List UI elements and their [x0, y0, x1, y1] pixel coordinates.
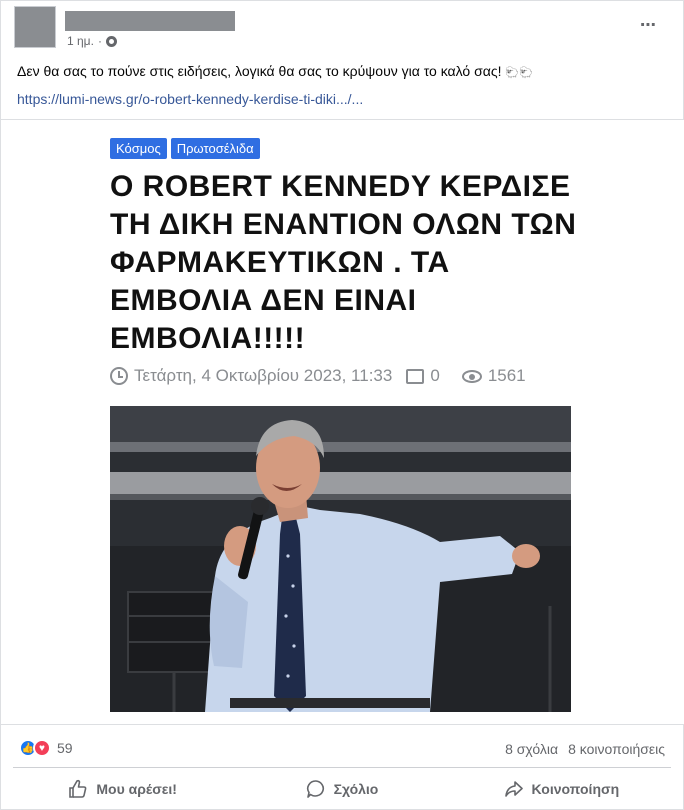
speaker-photo-illustration — [110, 406, 571, 712]
meta-separator: · — [97, 34, 102, 48]
comment-button[interactable]: Σχόλιο — [232, 771, 451, 807]
like-button[interactable]: Μου αρέσει! — [13, 771, 232, 807]
share-button[interactable]: Κοινοποίηση — [452, 771, 671, 807]
clock-icon — [110, 367, 128, 385]
love-reaction-icon: ♥ — [33, 739, 51, 757]
share-arrow-icon — [504, 781, 523, 797]
author-name-redacted[interactable] — [65, 11, 235, 31]
avatar[interactable] — [14, 6, 56, 48]
article-preview[interactable]: Κόσμος Πρωτοσέλιδα Ο ROBERT KENNEDY ΚΕΡΔ… — [1, 119, 684, 725]
article-headline: Ο ROBERT KENNEDY ΚΕΡΔΙΣΕ ΤΗ ΔΙΚΗ ΕΝΑΝΤΙΟ… — [110, 170, 577, 355]
comment-count-link[interactable]: 8 σχόλια — [505, 741, 558, 757]
article-date: Τετάρτη, 4 Οκτωβρίου 2023, 11:33 — [134, 366, 393, 385]
engagement-counts: 8 σχόλια 8 κοινοποιήσεις — [505, 741, 665, 757]
article-view-count: 1561 — [487, 366, 526, 385]
sheep-emoji: 🐑🐑 — [505, 67, 533, 79]
share-button-label: Κοινοποίηση — [531, 781, 620, 797]
post-link[interactable]: https://lumi-news.gr/o-robert-kennedy-ke… — [17, 91, 363, 107]
eye-icon — [461, 369, 482, 383]
article-photo — [110, 406, 571, 712]
tag-world[interactable]: Κόσμος — [110, 138, 167, 159]
thumbs-up-icon — [69, 779, 87, 798]
post-time[interactable]: 1 ημ. — [67, 34, 94, 48]
comment-bubble-icon — [306, 780, 324, 798]
share-count-link[interactable]: 8 κοινοποιήσεις — [568, 741, 665, 757]
post-actions-bar: Μου αρέσει! Σχόλιο Κοινοποίηση — [13, 771, 671, 807]
reactions-summary[interactable]: 👍 ♥ 59 — [19, 739, 73, 757]
more-options-button[interactable]: ⋯ — [640, 15, 657, 35]
actions-divider — [13, 767, 671, 768]
article-tags: Κόσμος Πρωτοσέλιδα — [110, 138, 260, 159]
article-meta: Τετάρτη, 4 Οκτωβρίου 2023, 11:33 0 1561 — [110, 366, 526, 386]
reaction-icons: 👍 ♥ — [19, 739, 51, 757]
like-button-label: Μου αρέσει! — [96, 781, 177, 797]
globe-icon[interactable] — [105, 35, 117, 47]
reaction-count[interactable]: 59 — [57, 740, 73, 756]
comment-button-label: Σχόλιο — [333, 781, 379, 797]
post-text-body: Δεν θα σας το πούνε στις ειδήσεις, λογικ… — [17, 63, 502, 79]
article-comment-count: 0 — [430, 366, 440, 385]
comment-count-icon — [406, 368, 425, 384]
post-meta: 1 ημ. · — [67, 34, 117, 48]
post-text: Δεν θα σας το πούνε στις ειδήσεις, λογικ… — [17, 63, 533, 79]
facebook-post-card: 1 ημ. · ⋯ Δεν θα σας το πούνε στις ειδήσ… — [0, 0, 684, 810]
tag-front-page[interactable]: Πρωτοσέλιδα — [170, 138, 260, 159]
